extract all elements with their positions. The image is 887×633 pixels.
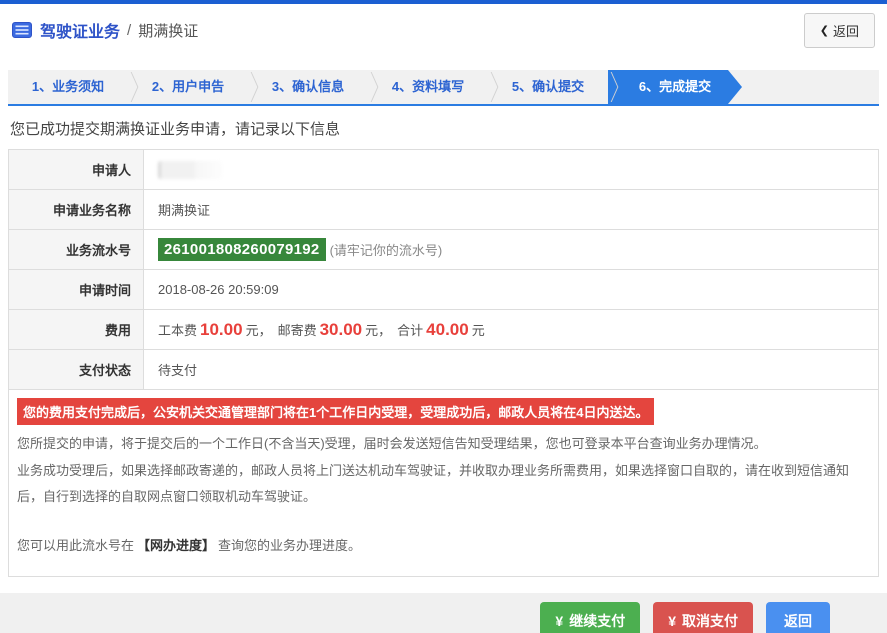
page-header: 驾驶证业务 / 期满换证 ❮ 返回: [8, 4, 879, 56]
payment-status-value: 待支付: [158, 363, 198, 378]
row-label: 支付状态: [9, 350, 144, 389]
page-container: 驾驶证业务 / 期满换证 ❮ 返回 1、业务须知 2、用户申告 3、确认信息 4…: [0, 4, 887, 577]
action-footer: ¥ 继续支付 ¥ 取消支付 返回: [0, 592, 887, 633]
cancel-payment-button[interactable]: ¥ 取消支付: [653, 602, 753, 633]
chevron-left-icon: ❮: [819, 24, 829, 37]
table-row-fees: 费用 工本费 10.00 元， 邮寄费 30.00 元， 合计 40.00 元: [9, 310, 878, 350]
step-5-confirm-submit[interactable]: 5、确认提交: [488, 70, 608, 104]
row-label: 申请业务名称: [9, 190, 144, 229]
footer-back-button[interactable]: 返回: [766, 602, 830, 633]
breadcrumb: 驾驶证业务 / 期满换证: [12, 18, 198, 42]
page-subtitle: 期满换证: [138, 22, 199, 40]
table-row-applicant: 申请人: [9, 150, 878, 190]
document-list-icon: [12, 22, 32, 38]
breadcrumb-separator: /: [127, 21, 132, 39]
notice-section: 您的费用支付完成后，公安机关交通管理部门将在1个工作日内受理，受理成功后，邮政人…: [9, 390, 878, 576]
continue-payment-label: 继续支付: [569, 613, 626, 630]
row-value: 工本费 10.00 元， 邮寄费 30.00 元， 合计 40.00 元: [144, 310, 878, 349]
row-label: 业务流水号: [9, 230, 144, 269]
footer-back-label: 返回: [784, 613, 812, 630]
yen-icon: ¥: [555, 613, 564, 630]
wizard-step-nav: 1、业务须知 2、用户申告 3、确认信息 4、资料填写 5、确认提交 6、完成提…: [8, 70, 879, 106]
yen-icon: ¥: [668, 613, 676, 630]
row-label: 申请人: [9, 150, 144, 189]
row-value: 261001808260079192 (请牢记你的流水号): [144, 230, 878, 269]
header-back-button[interactable]: ❮ 返回: [803, 12, 875, 48]
fee-postage: 邮寄费 30.00 元，: [277, 319, 392, 339]
step-3-confirm-info[interactable]: 3、确认信息: [248, 70, 368, 104]
row-value: 期满换证: [158, 203, 211, 218]
fee-production-amount: 10.00: [200, 319, 243, 339]
table-row-payment-status: 支付状态 待支付: [9, 350, 878, 390]
header-back-label: 返回: [832, 23, 859, 39]
serial-number-badge: 261001808260079192: [158, 238, 326, 261]
hint-suffix: 查询您的业务办理进度。: [218, 537, 362, 553]
step-1-business-notice[interactable]: 1、业务须知: [8, 70, 128, 104]
table-row-business-name: 申请业务名称 期满换证: [9, 190, 878, 230]
row-value: [144, 150, 878, 189]
alert-banner: 您的费用支付完成后，公安机关交通管理部门将在1个工作日内受理，受理成功后，邮政人…: [17, 398, 655, 425]
fee-total: 合计 40.00 元: [397, 319, 485, 339]
step-6-complete-submit[interactable]: 6、完成提交: [608, 70, 742, 104]
application-info-table: 申请人 申请业务名称 期满换证 业务流水号 261001808260079192…: [8, 149, 879, 577]
fee-production-cost: 工本费 10.00 元，: [158, 319, 272, 339]
serial-number-note: (请牢记你的流水号): [329, 243, 443, 258]
notice-paragraph-1: 您所提交的申请，将于提交后的一个工作日(不含当天)受理，届时会发送短信告知受理结…: [17, 436, 767, 451]
row-value: 2018-08-26 20:59:09: [158, 282, 279, 297]
hint-menu-reference: 【网办进度】: [137, 537, 216, 553]
hint-prefix: 您可以用此流水号在: [17, 537, 135, 553]
redacted-name-blur: [158, 160, 222, 179]
fee-total-amount: 40.00: [426, 319, 469, 339]
success-message: 您已成功提交期满换证业务申请，请记录以下信息: [10, 121, 341, 138]
row-label: 申请时间: [9, 270, 144, 309]
step-4-fill-materials[interactable]: 4、资料填写: [368, 70, 488, 104]
notice-paragraph-2: 业务成功受理后，如果选择邮政寄递的，邮政人员将上门送达机动车驾驶证，并收取办理业…: [17, 462, 850, 505]
fee-postage-amount: 30.00: [319, 319, 363, 339]
page-title: 驾驶证业务: [40, 24, 121, 41]
table-row-apply-time: 申请时间 2018-08-26 20:59:09: [9, 270, 878, 310]
cancel-payment-label: 取消支付: [682, 613, 738, 630]
row-label: 费用: [9, 310, 144, 349]
progress-hint: 您可以用此流水号在 【网办进度】 查询您的业务办理进度。: [17, 533, 870, 560]
continue-payment-button[interactable]: ¥ 继续支付: [540, 602, 641, 633]
table-row-serial-number: 业务流水号 261001808260079192 (请牢记你的流水号): [9, 230, 878, 270]
step-2-user-declaration[interactable]: 2、用户申告: [128, 70, 248, 104]
